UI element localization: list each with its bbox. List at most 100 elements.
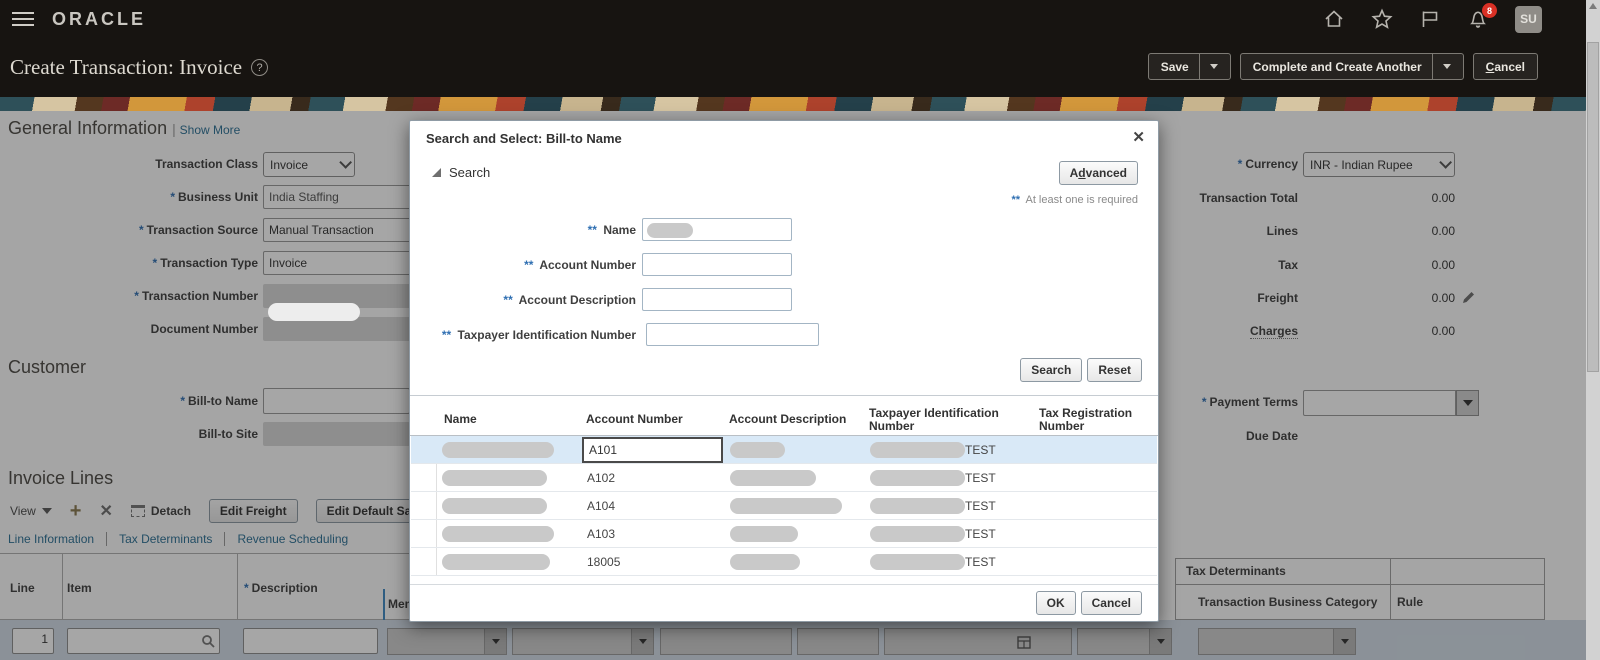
rule-header: Rule [1397,595,1424,609]
search-magnifier-icon[interactable] [201,634,215,648]
name-field[interactable] [642,218,792,241]
complete-dropdown-icon[interactable] [1442,64,1451,69]
advanced-button[interactable]: Advanced [1058,161,1138,185]
redaction-blob [442,442,554,458]
redaction-blob [442,498,547,514]
delete-row-icon[interactable]: ✕ [99,501,112,521]
dialog-cancel-button[interactable]: Cancel [1080,591,1142,615]
add-row-icon[interactable]: + [70,501,82,521]
scrollbar-thumb[interactable] [1587,42,1599,372]
redaction-blob [442,554,550,570]
save-dropdown-icon[interactable] [1209,64,1218,69]
redaction-blob [442,526,554,542]
account-number-cell-focused[interactable]: A101 [582,437,723,463]
transaction-type-label: * Transaction Type [152,256,258,270]
transaction-total-value: 0.00 [1431,191,1455,205]
transaction-source-field[interactable]: Manual Transaction [263,218,413,242]
payment-terms-field[interactable] [1303,390,1456,416]
account-number-search-field[interactable] [642,253,792,276]
general-information-heading: General Information | Show More [8,118,241,138]
result-row[interactable]: A102 TEST [411,464,1157,492]
account-description-search-field[interactable] [642,288,792,311]
dropdown-arrow-icon[interactable] [484,629,506,654]
results-tax-registration-header: Tax Registration Number [1039,406,1133,433]
redaction-blob [730,498,842,514]
dropdown-arrow-icon[interactable] [1333,629,1355,654]
result-row[interactable]: A103 TEST [411,520,1157,548]
reset-button[interactable]: Reset [1087,358,1142,382]
edit-pencil-icon[interactable] [1461,290,1476,305]
result-row[interactable]: 18005 TEST [411,548,1157,576]
transaction-type-field[interactable]: Invoice [263,251,413,275]
save-button[interactable]: Save [1147,53,1231,80]
dropdown-arrow-icon[interactable] [631,629,653,654]
search-button[interactable]: Search [1020,358,1083,382]
close-icon[interactable]: ✕ [1132,128,1145,146]
business-unit-field[interactable]: India Staffing [263,185,413,209]
tab-line-information[interactable]: Line Information [8,532,94,546]
vertical-scrollbar[interactable] [1586,0,1600,660]
bottom-row-field-1[interactable] [660,628,792,655]
lines-value: 0.00 [1431,224,1455,238]
transaction-business-category-select[interactable] [1198,628,1356,655]
currency-select[interactable]: INR - Indian Rupee [1303,152,1455,177]
detach-button[interactable]: Detach [130,504,191,518]
edit-freight-button[interactable]: Edit Freight [208,499,298,523]
transaction-source-label: * Transaction Source [138,223,258,237]
payment-terms-dropdown-button[interactable] [1456,390,1479,416]
search-disclosure[interactable]: Search [432,165,490,180]
dialog-title: Search and Select: Bill-to Name [426,131,622,146]
document-number-label: Document Number [150,322,258,336]
transaction-number-label: * Transaction Number [134,289,258,303]
redaction-blob [870,442,965,458]
taxpayer-id-search-field[interactable] [646,323,819,346]
user-avatar[interactable]: SU [1515,5,1542,33]
redaction-blob [730,442,785,458]
dropdown-arrow-icon[interactable] [1149,629,1171,654]
line-number-field[interactable]: 1 [12,628,54,654]
scrollbar-up-arrow-icon[interactable] [1589,3,1597,9]
bottom-row-select-2[interactable] [512,628,654,655]
redaction-blob [730,470,816,486]
bottom-row-select-1[interactable] [387,628,507,655]
transaction-class-select[interactable]: Invoice [263,152,355,177]
bottom-row-select-3[interactable] [1077,628,1172,655]
tab-revenue-scheduling[interactable]: Revenue Scheduling [237,532,348,546]
help-icon[interactable]: ? [251,59,269,76]
bill-to-name-field[interactable] [263,388,410,414]
view-menu-button[interactable]: View [10,504,52,518]
bill-to-site-label: Bill-to Site [198,427,258,441]
description-field[interactable] [243,628,378,654]
result-row-selected[interactable]: A101 TEST [411,436,1157,464]
calendar-icon[interactable] [1017,635,1031,649]
page-title: Create Transaction: Invoice ? [10,55,269,80]
item-field[interactable] [67,628,220,654]
redaction-blob [870,470,965,486]
results-taxpayer-id-header: Taxpayer Identification Number [869,406,999,433]
freight-value: 0.00 [1431,291,1455,305]
detach-icon [130,505,145,517]
menu-icon[interactable] [12,8,34,30]
favorites-star-icon[interactable] [1371,8,1393,30]
bottom-row-field-2[interactable] [797,628,879,655]
transaction-class-label: Transaction Class [155,157,258,171]
description-column-header: * Description [244,581,318,595]
bottom-row-date-field[interactable] [884,628,1072,655]
cancel-button[interactable]: Cancel [1472,53,1538,80]
result-row[interactable]: A104 TEST [411,492,1157,520]
ok-button[interactable]: OK [1035,591,1076,615]
flag-icon[interactable] [1419,8,1441,30]
complete-and-create-another-button[interactable]: Complete and Create Another [1239,53,1464,80]
redaction-blob [870,526,965,542]
dropdown-arrow-icon [41,508,52,514]
show-more-link[interactable]: Show More [180,123,241,137]
tab-tax-determinants[interactable]: Tax Determinants [119,532,212,546]
account-number-label: ** Account Number [524,258,636,272]
redaction-blob [730,554,800,570]
top-bar: ORACLE 8 SU [0,0,1600,38]
results-account-description-header: Account Description [729,412,847,426]
charges-value: 0.00 [1431,324,1455,338]
app-header: ORACLE 8 SU Create Transaction: Invoice … [0,0,1600,97]
notifications-bell-icon[interactable]: 8 [1467,3,1497,30]
home-icon[interactable] [1323,8,1345,30]
